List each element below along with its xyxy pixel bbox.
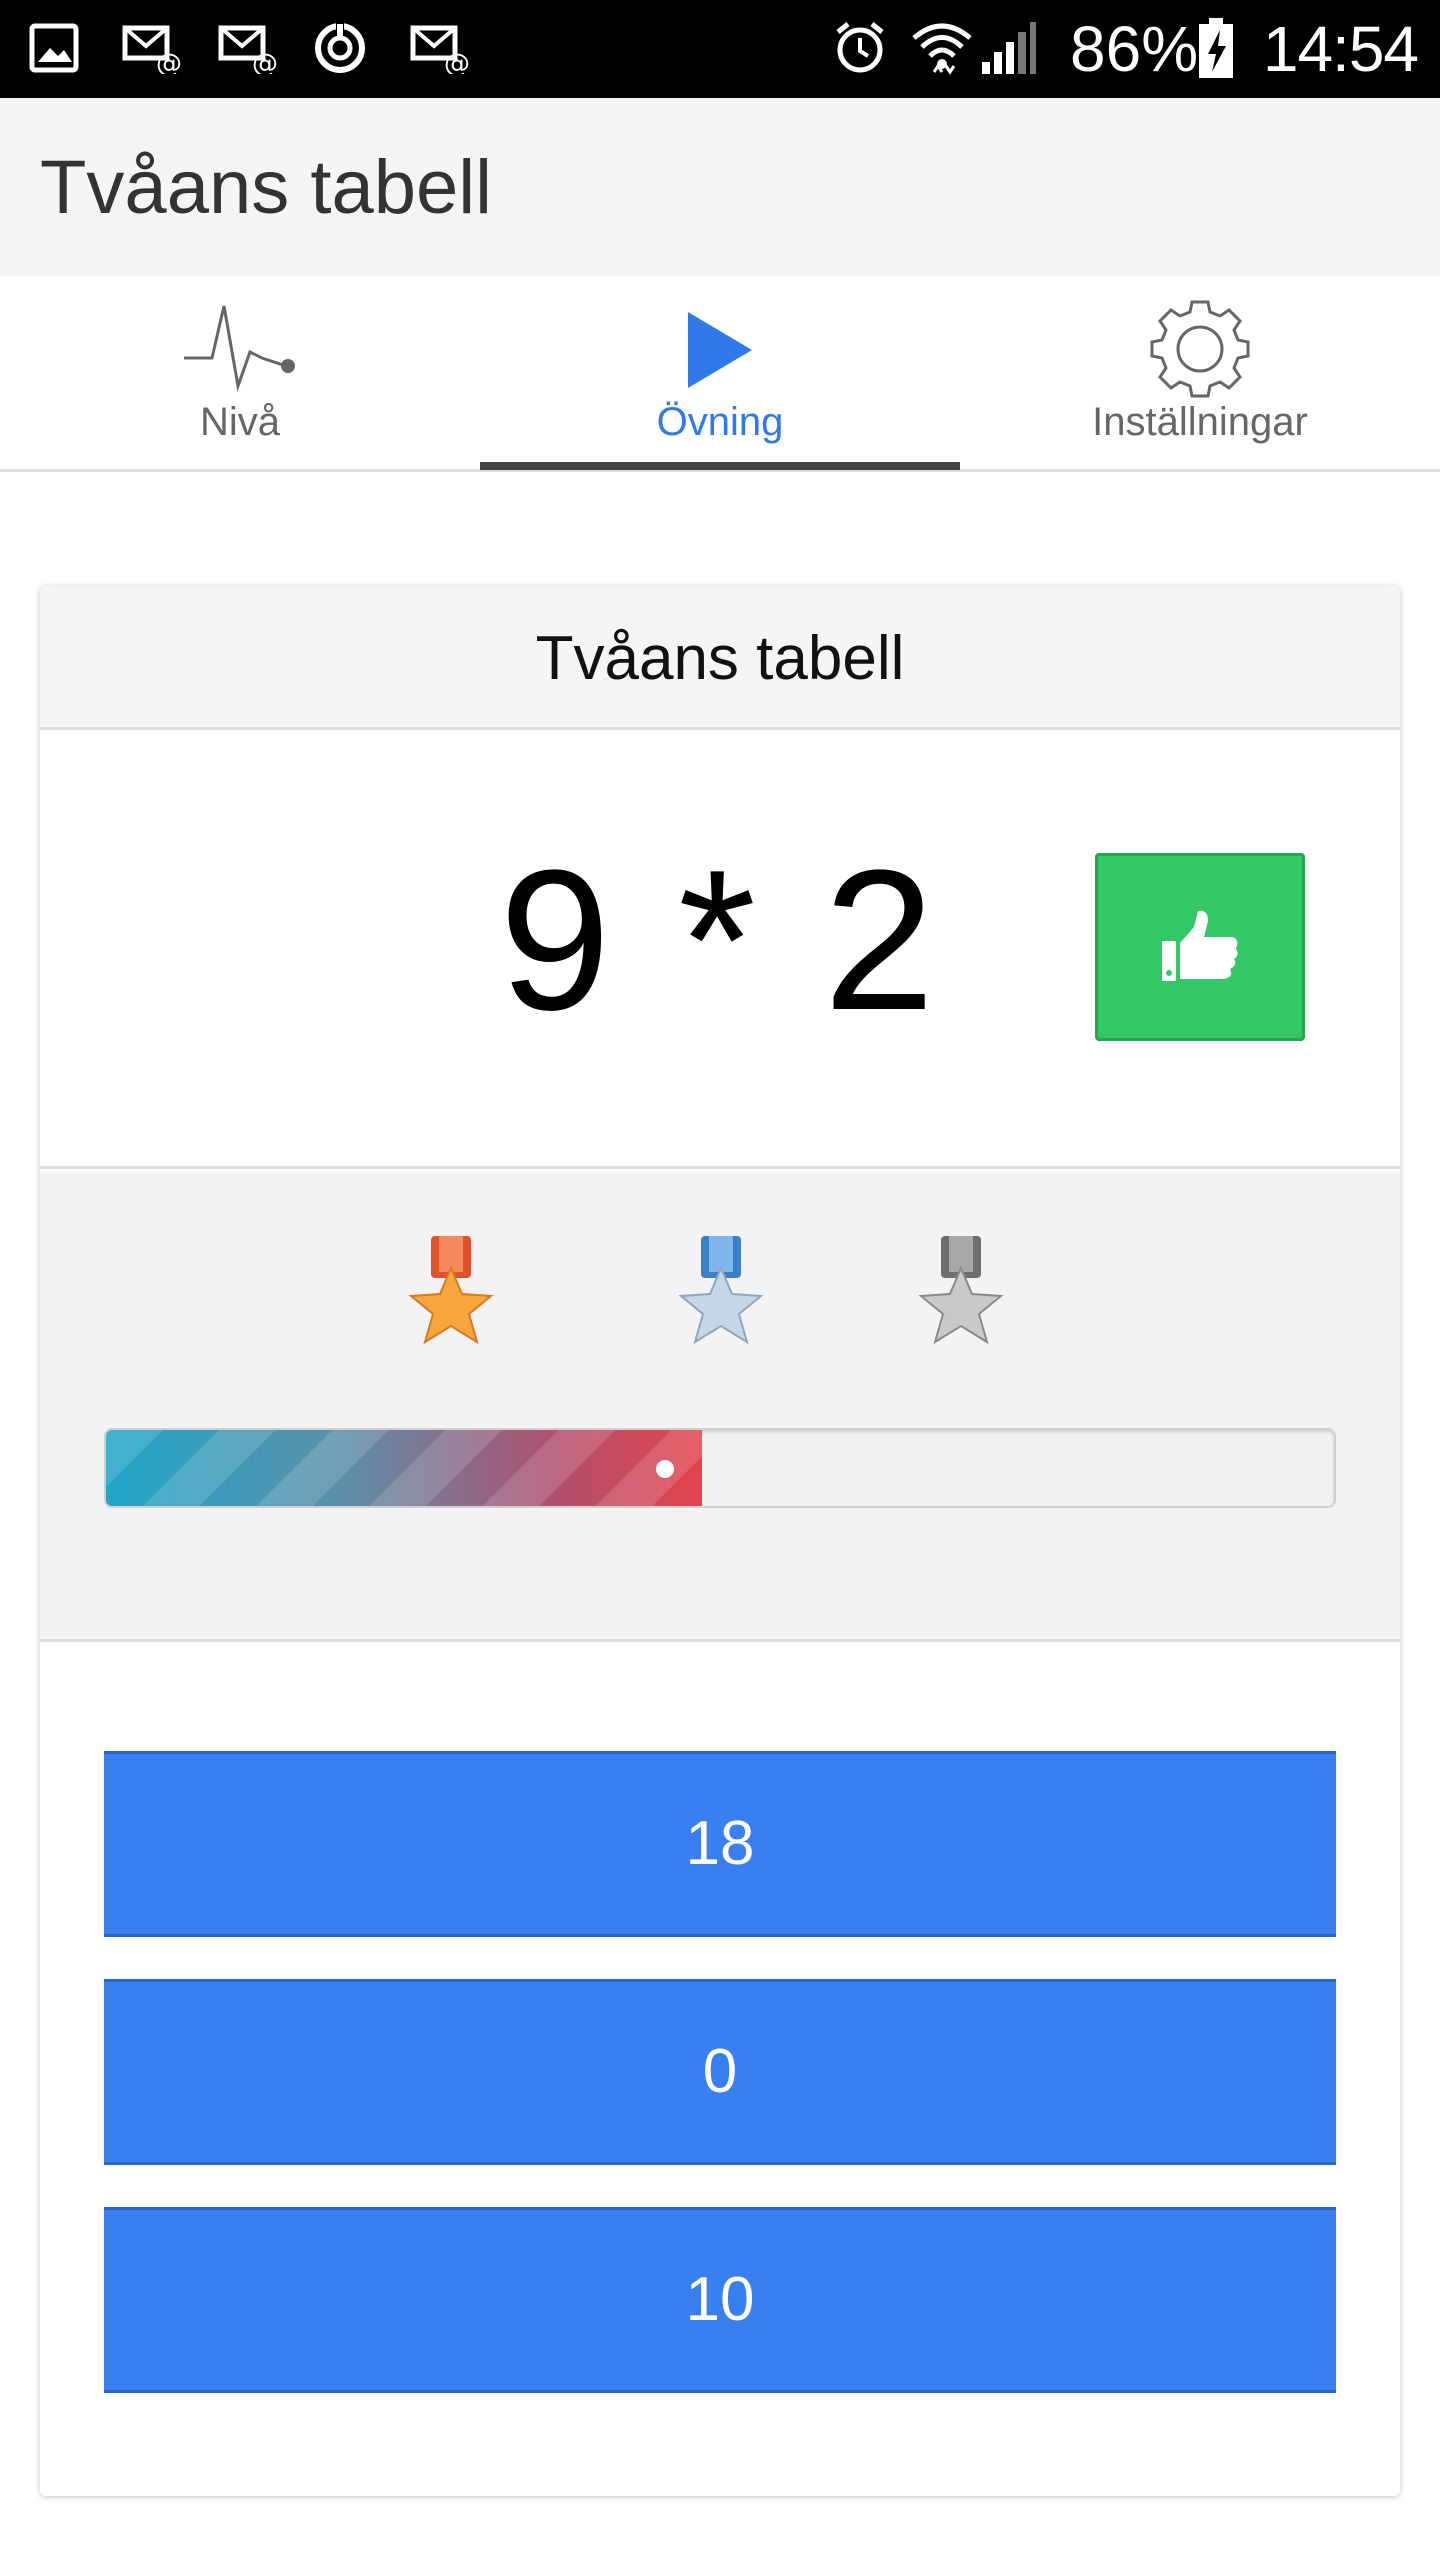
active-tab-indicator xyxy=(480,462,960,470)
progress-fill xyxy=(106,1430,702,1506)
alarm-icon xyxy=(836,22,884,73)
app-bar: Tvåans tabell xyxy=(0,98,1440,276)
wifi-icon xyxy=(912,23,972,75)
svg-text:@: @ xyxy=(156,49,182,74)
progress-bar xyxy=(104,1428,1336,1508)
svg-text:@: @ xyxy=(444,49,470,74)
tab-ovning[interactable]: Övning xyxy=(480,276,960,472)
svg-text:@: @ xyxy=(252,49,278,74)
sync-icon xyxy=(315,22,365,73)
question-text: 9 * 2 xyxy=(499,829,941,1052)
email-notification-icon: @ xyxy=(410,25,470,74)
answer-button[interactable]: 18 xyxy=(104,1751,1336,1937)
tab-bar: Nivå Övning Inställningar xyxy=(0,276,1440,472)
battery-charging-icon xyxy=(1199,18,1233,78)
progress-marker xyxy=(656,1460,674,1478)
bronze-star-medal-icon xyxy=(408,1236,494,1345)
answer-options: 18 0 10 xyxy=(40,1645,1400,2496)
clock: 14:54 xyxy=(1262,13,1419,85)
card-title: Tvåans tabell xyxy=(535,624,905,693)
question-area: 9 * 2 xyxy=(40,733,1400,1169)
email-notification-icon: @ xyxy=(218,25,278,74)
gray-star-medal-icon xyxy=(918,1236,1004,1345)
progress-area xyxy=(40,1172,1400,1642)
silver-blue-star-medal-icon xyxy=(678,1236,764,1345)
tab-niva[interactable]: Nivå xyxy=(0,276,480,472)
tab-label: Inställningar xyxy=(1092,400,1308,444)
status-bar: @ @ @ 86% 14:54 xyxy=(0,0,1440,98)
tab-label: Nivå xyxy=(199,400,281,444)
gear-icon xyxy=(1150,300,1250,398)
app-title: Tvåans tabell xyxy=(40,145,493,230)
play-icon xyxy=(688,312,752,388)
thumbs-up-button[interactable] xyxy=(1095,853,1305,1041)
email-notification-icon: @ xyxy=(122,25,182,74)
signal-icon xyxy=(982,22,1036,74)
exercise-card: Tvåans tabell 9 * 2 18 0 10 xyxy=(40,586,1400,2496)
image-icon xyxy=(29,23,79,73)
tab-installningar[interactable]: Inställningar xyxy=(960,276,1440,472)
thumbs-up-icon xyxy=(1162,910,1238,981)
tab-label: Övning xyxy=(656,400,784,444)
card-header: Tvåans tabell xyxy=(40,586,1400,730)
answer-button[interactable]: 0 xyxy=(104,1979,1336,2165)
battery-percent: 86% xyxy=(1070,13,1199,85)
answer-button[interactable]: 10 xyxy=(104,2207,1336,2393)
pulse-icon xyxy=(184,305,295,392)
